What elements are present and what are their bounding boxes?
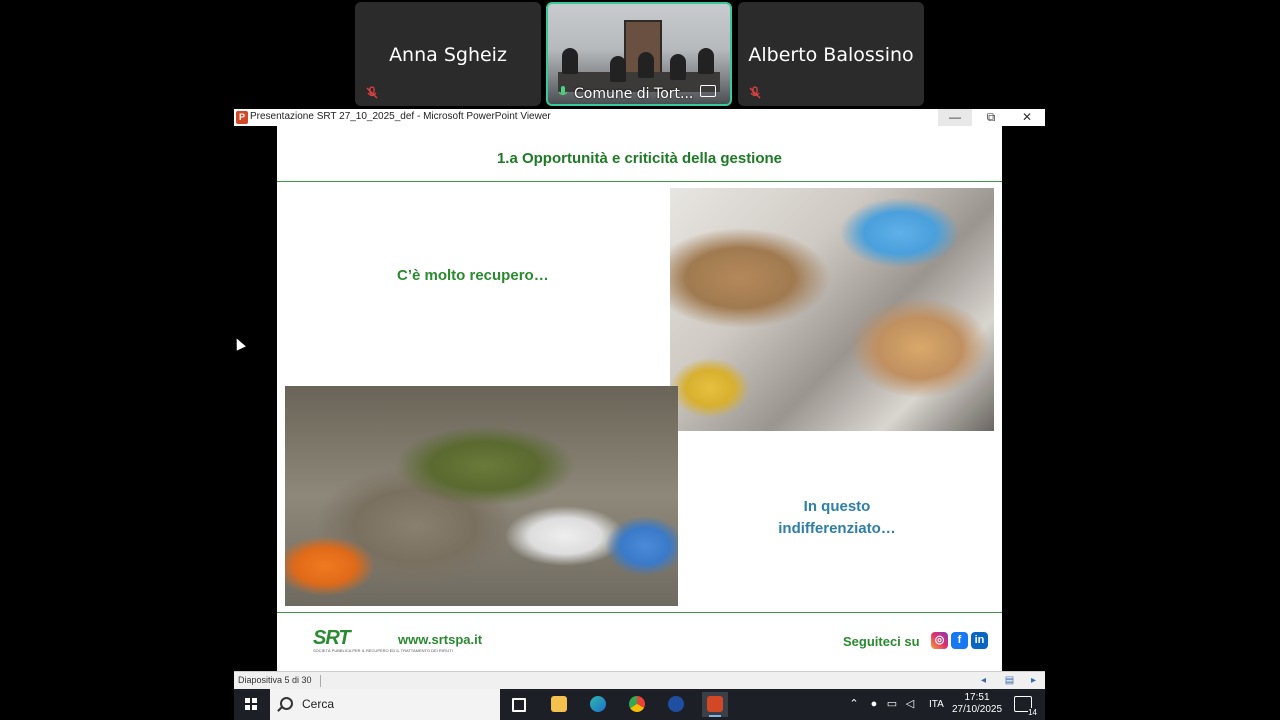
participant-tile-anna[interactable]: Anna Sgheiz <box>355 2 541 106</box>
task-view-icon[interactable] <box>506 692 532 717</box>
notification-icon[interactable]: 14 <box>1014 696 1037 717</box>
window-titlebar[interactable]: P Presentazione SRT 27_10_2025_def - Mic… <box>234 109 1045 126</box>
language-indicator[interactable]: ITA <box>929 699 944 710</box>
chevron-up-icon[interactable]: ⌃ <box>848 698 860 710</box>
follow-text: Seguiteci su <box>843 634 920 649</box>
status-separator <box>320 675 321 687</box>
mic-muted-icon <box>366 86 378 99</box>
chrome-icon[interactable] <box>624 692 650 717</box>
title-divider <box>277 181 1002 182</box>
mic-muted-icon <box>749 86 761 99</box>
clock-date: 27/10/2025 <box>952 704 1003 715</box>
clock[interactable]: 17:51 27/10/2025 <box>952 692 1002 716</box>
webex-icon[interactable] <box>663 692 689 717</box>
minimize-button[interactable]: — <box>938 109 972 126</box>
status-bar: Diapositiva 5 di 30 ◂ ▤ ▸ <box>234 671 1045 690</box>
instagram-icon[interactable]: ◎ <box>931 632 948 649</box>
waste-photo-bag <box>670 188 994 431</box>
file-explorer-icon[interactable] <box>546 692 572 717</box>
next-slide-icon[interactable]: ▸ <box>1028 675 1039 686</box>
srt-logo-text: SRT <box>313 627 351 649</box>
slide[interactable]: 1.a Opportunità e criticità della gestio… <box>277 126 1002 671</box>
edge-icon[interactable] <box>585 692 611 717</box>
screen-share-icon <box>700 85 716 97</box>
participant-tile-alberto[interactable]: Alberto Balossino <box>738 2 924 106</box>
notification-count: 14 <box>1028 708 1037 717</box>
search-icon <box>280 697 293 710</box>
windows-taskbar: Cerca ⌃ ● ▭ ◁ ITA 17:51 27/10/2025 14 <box>234 689 1045 720</box>
taskbar-search[interactable]: Cerca <box>270 689 500 720</box>
participant-name: Comune di Tort... <box>574 86 694 102</box>
linkedin-icon[interactable]: in <box>971 632 988 649</box>
footer-divider <box>277 612 1002 613</box>
caption-bottom: In questo indifferenziato… <box>778 498 896 537</box>
search-placeholder: Cerca <box>302 697 335 711</box>
caption-top: C’è molto recupero… <box>397 267 549 284</box>
close-button[interactable]: ✕ <box>1010 109 1044 126</box>
notes-icon[interactable]: ▤ <box>1004 675 1015 686</box>
srt-logo-subtitle: SOCIETÀ PUBBLICA PER IL RECUPERO ED IL T… <box>313 648 453 653</box>
powerpoint-icon: P <box>236 111 248 124</box>
facebook-icon[interactable]: f <box>951 632 968 649</box>
participant-name: Alberto Balossino <box>748 44 914 66</box>
network-icon[interactable]: ▭ <box>886 698 898 710</box>
previous-slide-icon[interactable]: ◂ <box>978 675 989 686</box>
restore-button[interactable]: ⧉ <box>974 109 1008 126</box>
participant-tile-comune[interactable]: Comune di Tort... <box>546 2 732 106</box>
slide-title: 1.a Opportunità e criticità della gestio… <box>496 150 783 167</box>
participant-name: Anna Sgheiz <box>389 44 507 66</box>
powerpoint-viewer-window: P Presentazione SRT 27_10_2025_def - Mic… <box>234 109 1045 690</box>
speaker-icon[interactable]: ◁ <box>904 698 916 710</box>
start-button[interactable] <box>234 689 268 720</box>
clock-time: 17:51 <box>964 692 990 703</box>
windows-icon <box>245 698 257 710</box>
window-title: Presentazione SRT 27_10_2025_def - Micro… <box>250 111 551 122</box>
website-link[interactable]: www.srtspa.it <box>398 632 482 647</box>
powerpoint-taskbar-icon[interactable] <box>702 692 728 717</box>
srt-logo: SRT SOCIETÀ PUBBLICA PER IL RECUPERO ED … <box>313 627 453 653</box>
waste-photo-pile <box>285 386 678 606</box>
slide-counter: Diapositiva 5 di 30 <box>238 675 312 685</box>
microphone-icon[interactable]: ● <box>868 698 880 710</box>
